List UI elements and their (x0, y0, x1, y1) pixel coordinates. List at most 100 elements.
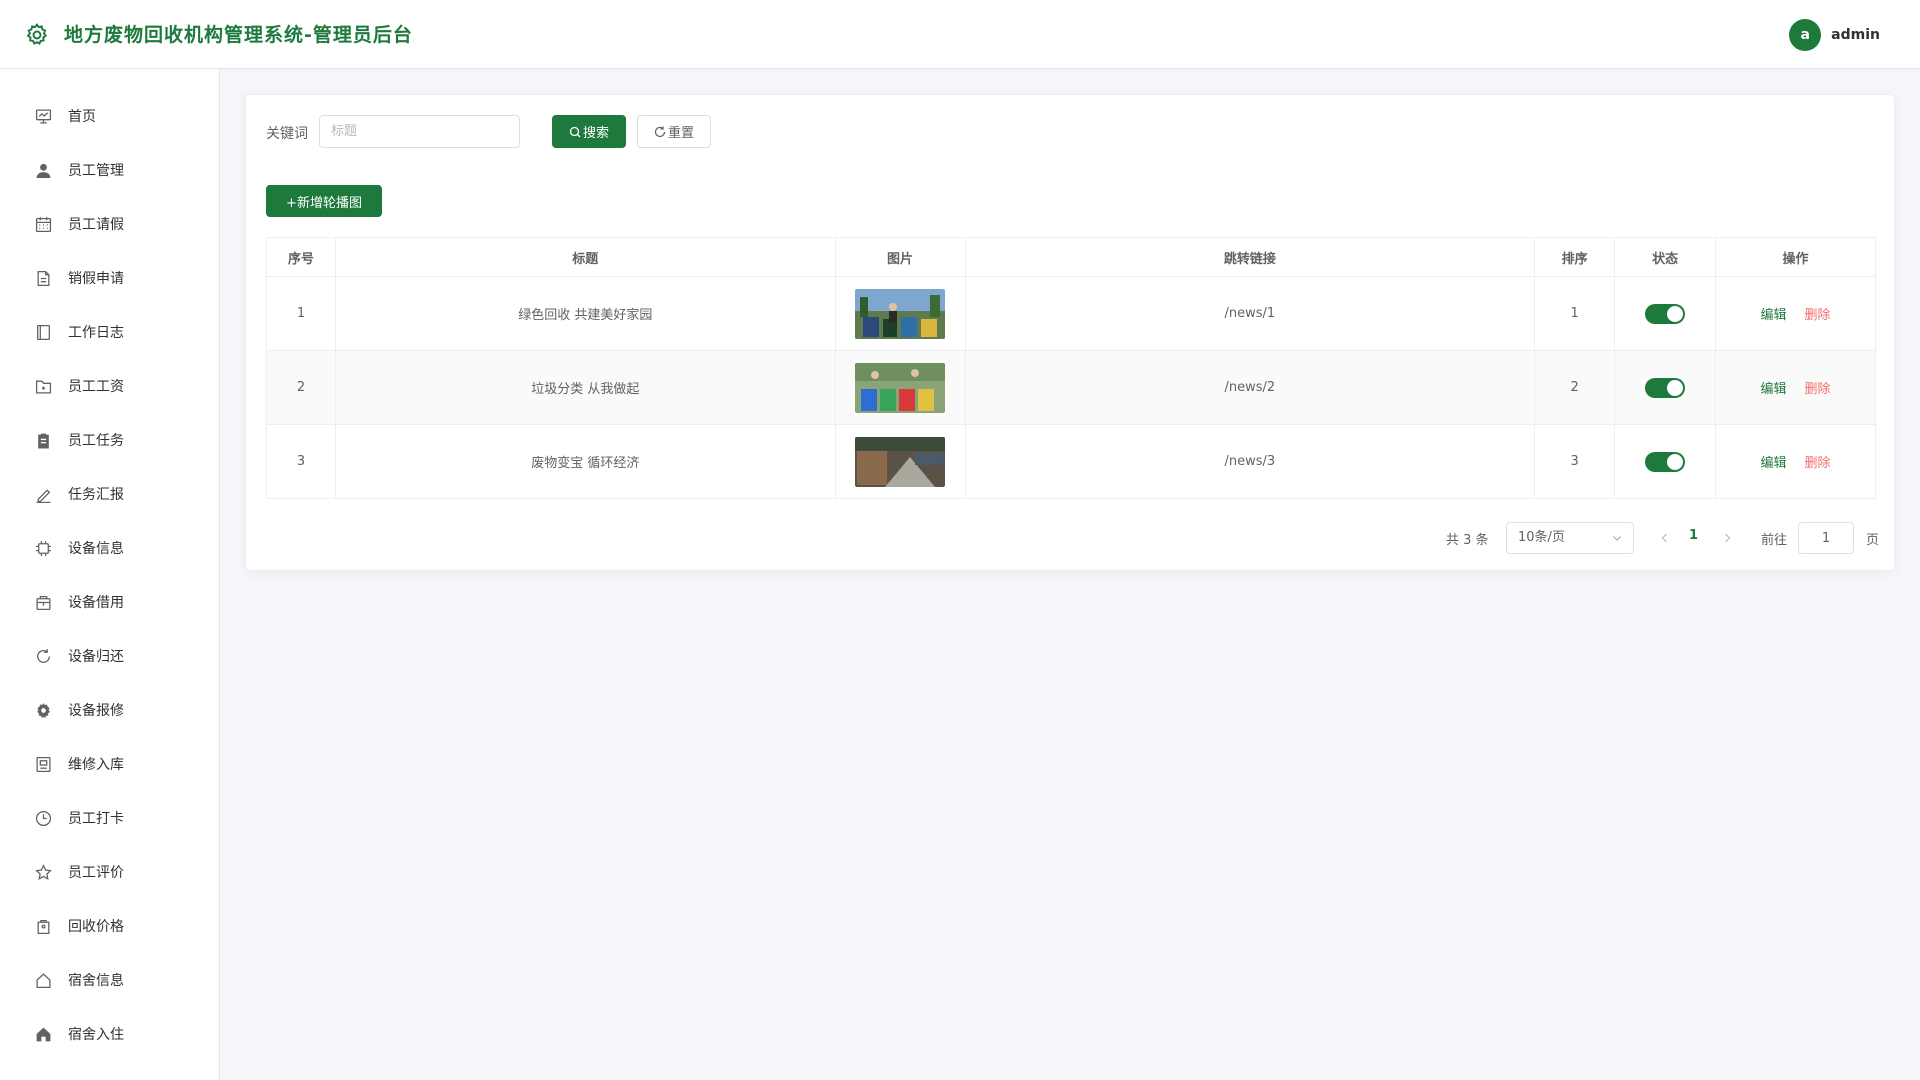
page-size-select[interactable]: 10条/页 (1506, 522, 1634, 554)
row-title: 废物变宝 循环经济 (335, 424, 836, 499)
pagination-total: 共 3 条 (1446, 533, 1489, 548)
add-carousel-button[interactable]: +新增轮播图 (266, 185, 382, 217)
sidebar-item-employee-review[interactable]: 员工评价 (0, 845, 219, 899)
sidebar-item-dorm-checkin[interactable]: 宿舍入住 (0, 1007, 219, 1061)
sidebar-item-recycling-price[interactable]: 回收价格 (0, 899, 219, 953)
sidebar-item-label: 员工评价 (68, 865, 124, 881)
carousel-table: 序号 标题 图片 跳转链接 排序 状态 操作 1 绿色回收 共建美好家园 /ne… (266, 237, 1876, 499)
sidebar-item-device-info[interactable]: 设备信息 (0, 521, 219, 575)
recycling-plant-image[interactable] (855, 436, 946, 487)
row-link: /news/1 (965, 276, 1536, 351)
column-header: 序号 (266, 237, 336, 277)
goto-label: 前往 (1761, 533, 1788, 548)
row-link: /news/2 (965, 350, 1536, 425)
clipboard-icon (38, 433, 49, 448)
keyword-input[interactable] (319, 115, 520, 148)
chevron-right-icon[interactable] (1720, 531, 1734, 545)
add-carousel-label: +新增轮播图 (286, 195, 362, 211)
user-menu[interactable]: a admin (1789, 19, 1880, 51)
house-filled-icon (36, 1027, 51, 1041)
sidebar-item-device-borrow[interactable]: 设备借用 (0, 575, 219, 629)
sidebar-item-label: 宿舍信息 (68, 973, 124, 989)
delete-link[interactable]: 删除 (1805, 308, 1831, 323)
sidebar-item-label: 设备借用 (68, 595, 124, 611)
sidebar-item-label: 设备报修 (68, 703, 124, 719)
content-card: 关键词 搜索 重置 +新增轮播图 序号 标题 图片 跳转链接 排序 (245, 94, 1895, 571)
goto-page-input[interactable] (1798, 522, 1854, 554)
row-status-cell (1614, 424, 1717, 499)
sidebar-item-label: 工作日志 (68, 325, 124, 341)
sidebar-item-task-report[interactable]: 任务汇报 (0, 467, 219, 521)
sidebar-item-device-repair[interactable]: 设备报修 (0, 683, 219, 737)
sidebar-item-employee-tasks[interactable]: 员工任务 (0, 413, 219, 467)
delete-link[interactable]: 删除 (1805, 456, 1831, 471)
sidebar-item-employee-management[interactable]: 员工管理 (0, 143, 219, 197)
current-page-number[interactable]: 1 (1689, 528, 1698, 543)
sidebar-item-leave-cancel[interactable]: 销假申请 (0, 251, 219, 305)
sorting-bins-image[interactable] (855, 362, 946, 413)
row-actions: 编辑 删除 (1715, 276, 1876, 351)
reset-button-label: 重置 (667, 126, 694, 141)
status-toggle[interactable] (1645, 377, 1686, 398)
avatar[interactable]: a (1789, 19, 1822, 51)
monitor-icon (35, 108, 52, 124)
row-sort: 2 (1534, 350, 1616, 425)
search-button[interactable]: 搜索 (552, 115, 626, 148)
warehouse-icon (36, 756, 51, 772)
row-sort: 3 (1534, 424, 1616, 499)
page-unit-label: 页 (1866, 533, 1880, 548)
column-header: 标题 (335, 237, 836, 277)
pagination: 共 3 条 10条/页 1 前往 页 (246, 522, 1896, 554)
reset-button[interactable]: 重置 (637, 115, 711, 148)
row-status-cell (1614, 350, 1717, 425)
edit-link[interactable]: 编辑 (1761, 456, 1787, 471)
status-toggle[interactable] (1645, 303, 1686, 324)
top-header: 地方废物回收机构管理系统-管理员后台 a admin (0, 0, 1920, 69)
sidebar-item-label: 员工管理 (68, 163, 124, 179)
app-title: 地方废物回收机构管理系统-管理员后台 (64, 24, 413, 46)
column-header: 跳转链接 (965, 237, 1536, 277)
table-row: 1 绿色回收 共建美好家园 /news/1 1 编辑 删除 (266, 276, 1876, 351)
clock-icon (35, 810, 52, 826)
gear-logo-icon (26, 23, 48, 45)
sidebar-item-employee-leave[interactable]: 员工请假 (0, 197, 219, 251)
recycling-workers-image[interactable] (855, 288, 946, 339)
column-header: 排序 (1534, 237, 1616, 277)
sidebar-item-label: 员工请假 (68, 217, 124, 233)
refresh-icon (37, 648, 50, 663)
row-actions: 编辑 删除 (1715, 424, 1876, 499)
column-header: 状态 (1614, 237, 1717, 277)
edit-link[interactable]: 编辑 (1761, 308, 1787, 323)
status-toggle[interactable] (1645, 451, 1686, 472)
document-icon (37, 270, 50, 286)
table-header-row: 序号 标题 图片 跳转链接 排序 状态 操作 (266, 237, 1876, 277)
username[interactable]: admin (1831, 27, 1880, 43)
sidebar-item-label: 员工打卡 (68, 811, 124, 827)
box-icon (36, 595, 51, 610)
table-row: 2 垃圾分类 从我做起 /news/2 2 编辑 删除 (266, 350, 1876, 425)
refresh-icon (654, 126, 666, 137)
edit-pen-icon (36, 488, 51, 503)
sidebar-item-home[interactable]: 首页 (0, 89, 219, 143)
delete-link[interactable]: 删除 (1805, 382, 1831, 397)
sidebar-item-work-log[interactable]: 工作日志 (0, 305, 219, 359)
sidebar-item-dorm-info[interactable]: 宿舍信息 (0, 953, 219, 1007)
sidebar-item-repair-storage[interactable]: 维修入库 (0, 737, 219, 791)
row-link: /news/3 (965, 424, 1536, 499)
row-index: 1 (266, 276, 336, 351)
edit-link[interactable]: 编辑 (1761, 382, 1787, 397)
sidebar-item-clock-in[interactable]: 员工打卡 (0, 791, 219, 845)
sidebar-item-label: 任务汇报 (68, 487, 124, 503)
page-size-value: 10条/页 (1518, 530, 1565, 545)
row-index: 3 (266, 424, 336, 499)
row-image-cell (835, 276, 966, 351)
row-index: 2 (266, 350, 336, 425)
house-outline-icon (36, 972, 51, 988)
sidebar-item-label: 设备归还 (68, 649, 124, 665)
sidebar-item-device-return[interactable]: 设备归还 (0, 629, 219, 683)
keyword-label: 关键词 (266, 126, 308, 142)
chevron-left-icon[interactable] (1658, 531, 1672, 545)
sidebar-item-salary[interactable]: 员工工资 (0, 359, 219, 413)
sidebar-item-label: 设备信息 (68, 541, 124, 557)
star-icon (35, 863, 52, 880)
